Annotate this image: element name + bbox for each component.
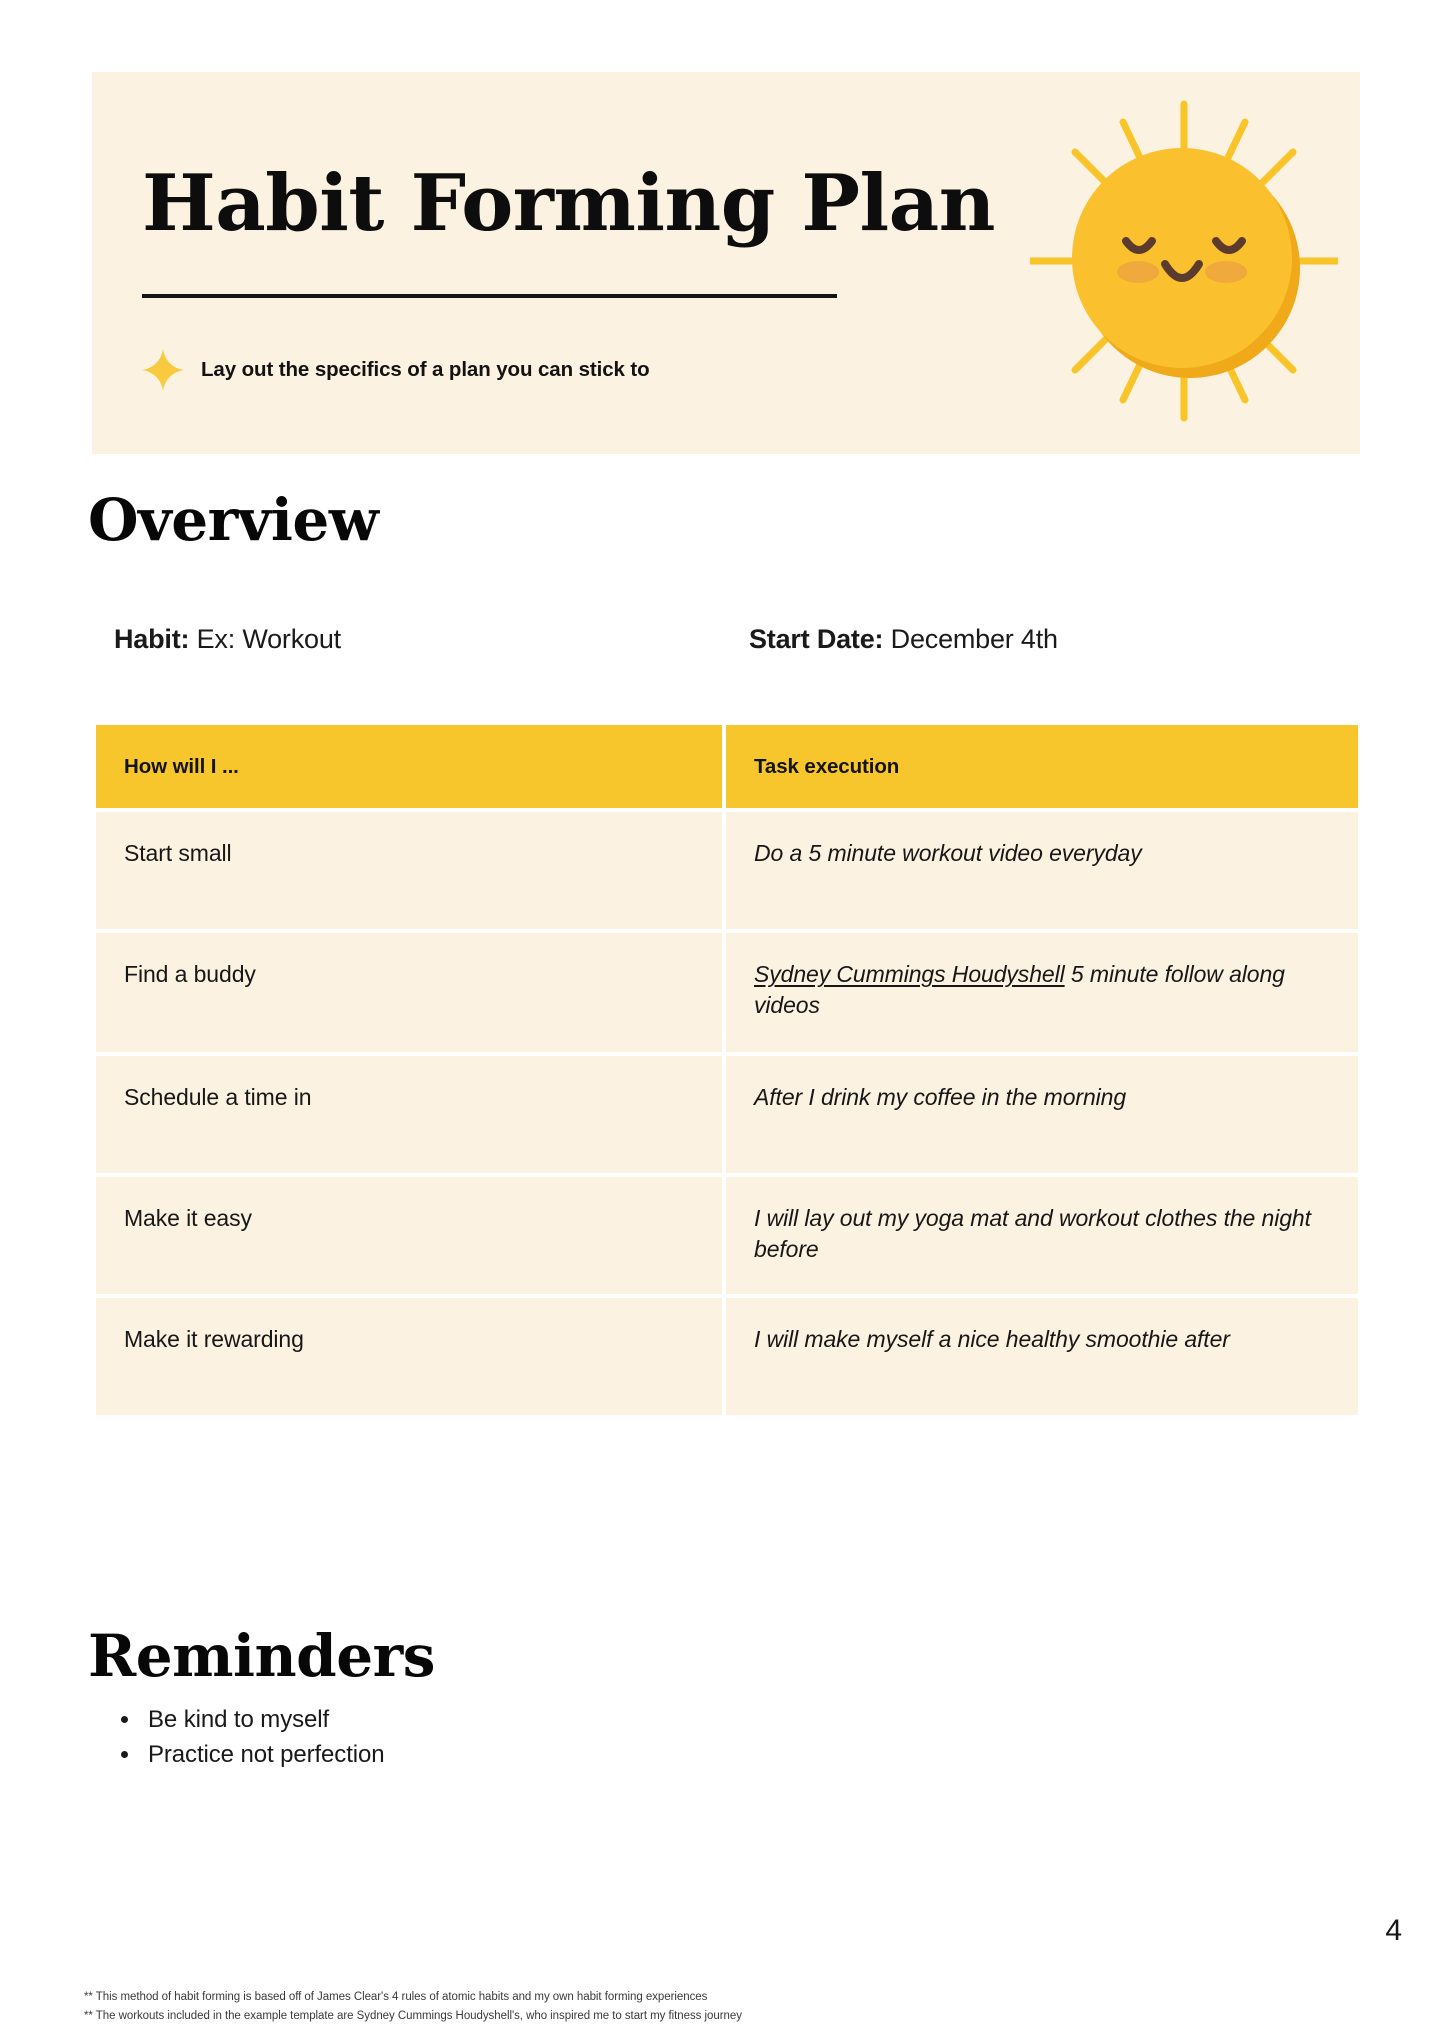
table-header-cell-how: How will I ...: [96, 725, 722, 808]
table-cell-value[interactable]: I will make myself a nice healthy smooth…: [726, 1298, 1358, 1415]
page-title: Habit Forming Plan: [142, 158, 995, 249]
list-item: Practice not perfection: [142, 1740, 385, 1771]
habit-field: Habit: Ex: Workout: [114, 624, 341, 655]
table-cell-label: Find a buddy: [96, 933, 722, 1052]
reminders-heading: Reminders: [88, 1622, 435, 1690]
row-value[interactable]: Do a 5 minute workout video everyday: [754, 838, 1330, 869]
table-header-cell-task: Task execution: [726, 725, 1358, 808]
table-cell-value[interactable]: After I drink my coffee in the morning: [726, 1056, 1358, 1173]
table-cell-label: Start small: [96, 812, 722, 929]
sydney-cummings-link[interactable]: Sydney Cummings Houdyshell: [754, 961, 1065, 987]
title-underline-rule: [142, 294, 837, 298]
footnote-line: ** This method of habit forming is based…: [84, 1991, 708, 2003]
table-cell-value[interactable]: Do a 5 minute workout video everyday: [726, 812, 1358, 929]
row-label: Make it rewarding: [124, 1326, 304, 1352]
habit-label: Habit:: [114, 624, 190, 654]
table-cell-value[interactable]: I will lay out my yoga mat and workout c…: [726, 1177, 1358, 1294]
overview-meta-row: Habit: Ex: Workout Start Date: December …: [0, 624, 1445, 664]
page-number: 4: [1385, 1914, 1402, 1947]
row-label: Make it easy: [124, 1205, 252, 1231]
row-value[interactable]: After I drink my coffee in the morning: [754, 1082, 1330, 1113]
row-value[interactable]: I will lay out my yoga mat and workout c…: [754, 1203, 1330, 1264]
column-header-task-execution: Task execution: [754, 754, 900, 778]
table-row: Make it easy I will lay out my yoga mat …: [96, 1177, 1358, 1294]
smiling-sun-icon: [1030, 86, 1338, 436]
footnote-line: ** The workouts included in the example …: [84, 2009, 742, 2022]
table-row: Start small Do a 5 minute workout video …: [96, 812, 1358, 929]
row-label: Start small: [124, 840, 232, 866]
habit-plan-table: How will I ... Task execution Start smal…: [96, 725, 1358, 1415]
start-date-label: Start Date:: [749, 624, 884, 654]
list-item: Be kind to myself: [142, 1705, 385, 1736]
overview-heading: Overview: [88, 486, 379, 554]
table-cell-label: Make it rewarding: [96, 1298, 722, 1415]
table-row: Make it rewarding I will make myself a n…: [96, 1298, 1358, 1415]
start-date-value[interactable]: December 4th: [891, 624, 1058, 654]
table-cell-label: Make it easy: [96, 1177, 722, 1294]
row-label: Schedule a time in: [124, 1084, 312, 1110]
table-header-row: How will I ... Task execution: [96, 725, 1358, 808]
table-row: Schedule a time in After I drink my coff…: [96, 1056, 1358, 1173]
header-banner: Habit Forming Plan Lay out the specifics…: [92, 72, 1360, 454]
footnotes: ** This method of habit forming is based…: [84, 1988, 742, 2025]
row-value[interactable]: Sydney Cummings Houdyshell 5 minute foll…: [754, 959, 1330, 1020]
reminders-list: Be kind to myself Practice not perfectio…: [142, 1705, 385, 1774]
banner-subtitle-group: Lay out the specifics of a plan you can …: [142, 349, 650, 391]
sparkle-icon: [142, 349, 184, 391]
start-date-field: Start Date: December 4th: [749, 624, 1058, 655]
table-cell-label: Schedule a time in: [96, 1056, 722, 1173]
table-cell-value[interactable]: Sydney Cummings Houdyshell 5 minute foll…: [726, 933, 1358, 1052]
row-label: Find a buddy: [124, 961, 256, 987]
table-row: Find a buddy Sydney Cummings Houdyshell …: [96, 933, 1358, 1052]
banner-subtitle-text: Lay out the specifics of a plan you can …: [201, 358, 650, 381]
habit-value[interactable]: Ex: Workout: [197, 624, 342, 654]
column-header-how-will-i: How will I ...: [124, 754, 239, 778]
row-value[interactable]: I will make myself a nice healthy smooth…: [754, 1324, 1330, 1355]
